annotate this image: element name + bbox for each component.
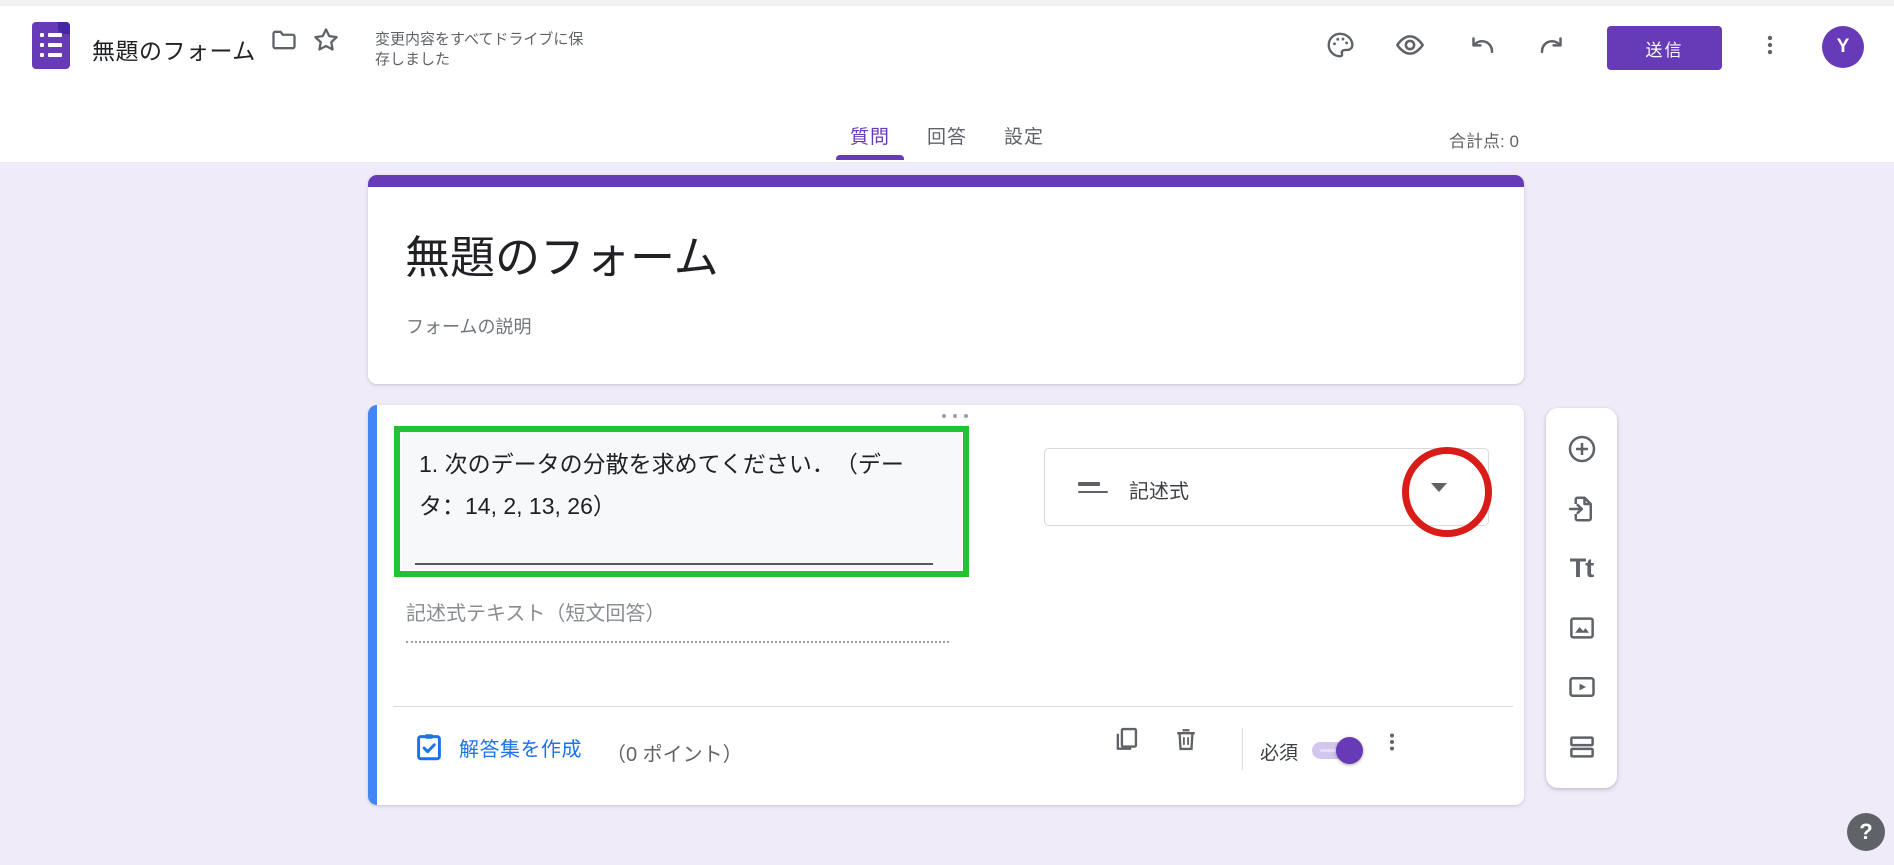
move-to-folder-button[interactable]	[262, 18, 306, 62]
import-questions-button[interactable]	[1565, 492, 1599, 526]
document-title-input[interactable]: 無題のフォーム	[92, 32, 256, 66]
add-question-button[interactable]	[1565, 432, 1599, 466]
form-header-card: 無題のフォーム フォームの説明	[368, 175, 1524, 384]
app-header: 無題のフォーム 変更内容をすべてドライブに保存しました	[0, 6, 1894, 162]
more-options-button[interactable]	[1748, 23, 1792, 67]
video-icon	[1567, 672, 1597, 702]
question-card: 1. 次のデータの分散を求めてください． （データ：14, 2, 13, 26）…	[368, 405, 1524, 805]
text-title-icon: Tt	[1570, 555, 1593, 582]
add-image-button[interactable]	[1565, 611, 1599, 645]
answer-field-placeholder: 記述式テキスト（短文回答）	[406, 597, 665, 626]
chevron-down-icon	[1431, 483, 1447, 492]
tab-settings[interactable]: 設定	[1004, 122, 1044, 149]
question-type-dropdown[interactable]: 記述式	[1044, 448, 1489, 526]
logo-glyph	[40, 43, 44, 47]
redo-icon	[1537, 30, 1567, 60]
save-status-text: 変更内容をすべてドライブに保存しました	[375, 30, 590, 70]
duplicate-question-button[interactable]	[1104, 717, 1148, 761]
forms-logo-icon[interactable]	[32, 22, 70, 69]
editor-side-toolbar: Tt	[1546, 408, 1617, 788]
logo-glyph	[40, 33, 44, 37]
palette-icon	[1325, 30, 1355, 60]
question-input-underline	[415, 563, 933, 565]
tab-questions[interactable]: 質問	[850, 122, 890, 149]
star-icon	[311, 25, 341, 55]
add-title-button[interactable]: Tt	[1565, 551, 1599, 585]
section-icon	[1567, 732, 1597, 762]
logo-glyph	[48, 33, 62, 37]
active-tab-underline	[836, 155, 904, 160]
kebab-icon	[1757, 32, 1783, 58]
theme-button[interactable]	[1318, 23, 1362, 67]
duplicate-icon	[1112, 725, 1140, 753]
kebab-icon	[1380, 730, 1404, 754]
account-avatar[interactable]: Y	[1822, 26, 1864, 68]
answer-key-button[interactable]: 解答集を作成	[413, 731, 582, 763]
toggle-knob	[1336, 737, 1363, 764]
google-forms-editor: 無題のフォーム 変更内容をすべてドライブに保存しました	[0, 0, 1894, 865]
card-footer-divider	[393, 706, 1513, 707]
required-toggle[interactable]	[1312, 742, 1360, 759]
delete-question-button[interactable]	[1164, 717, 1208, 761]
add-circle-icon	[1566, 433, 1598, 465]
question-more-options-button[interactable]	[1370, 720, 1414, 764]
folder-icon	[270, 26, 298, 54]
form-description-input[interactable]: フォームの説明	[406, 313, 531, 339]
form-card-accent-bar	[368, 175, 1524, 187]
answer-field-underline	[406, 641, 949, 643]
undo-button[interactable]	[1460, 23, 1504, 67]
short-answer-icon	[1078, 482, 1108, 493]
total-points-label: 合計点: 0	[1449, 127, 1519, 152]
preview-button[interactable]	[1388, 23, 1432, 67]
image-icon	[1567, 613, 1597, 643]
logo-glyph	[48, 43, 62, 47]
tab-responses[interactable]: 回答	[927, 122, 967, 149]
question-type-label: 記述式	[1129, 475, 1189, 504]
trash-icon	[1172, 725, 1200, 753]
import-questions-icon	[1567, 494, 1597, 524]
add-section-button[interactable]	[1565, 730, 1599, 764]
answer-key-icon	[413, 731, 445, 763]
question-title-input[interactable]: 1. 次のデータの分散を求めてください． （データ：14, 2, 13, 26）	[402, 432, 962, 570]
star-button[interactable]	[304, 18, 348, 62]
form-title-input[interactable]: 無題のフォーム	[405, 221, 719, 286]
answer-key-label: 解答集を作成	[459, 733, 582, 762]
question-text: 1. 次のデータの分散を求めてください． （データ：14, 2, 13, 26）	[419, 443, 919, 527]
help-button[interactable]: ?	[1847, 813, 1885, 851]
add-video-button[interactable]	[1565, 670, 1599, 704]
required-label: 必須	[1260, 738, 1298, 765]
undo-icon	[1467, 30, 1497, 60]
redo-button[interactable]	[1530, 23, 1574, 67]
drag-handle[interactable]	[935, 414, 975, 422]
focused-card-indicator	[368, 405, 377, 805]
send-button[interactable]: 送信	[1607, 26, 1722, 70]
logo-glyph	[48, 53, 62, 57]
logo-glyph	[40, 53, 44, 57]
eye-icon	[1394, 29, 1426, 61]
footer-divider	[1242, 728, 1243, 770]
points-label: （0 ポイント）	[606, 738, 743, 767]
